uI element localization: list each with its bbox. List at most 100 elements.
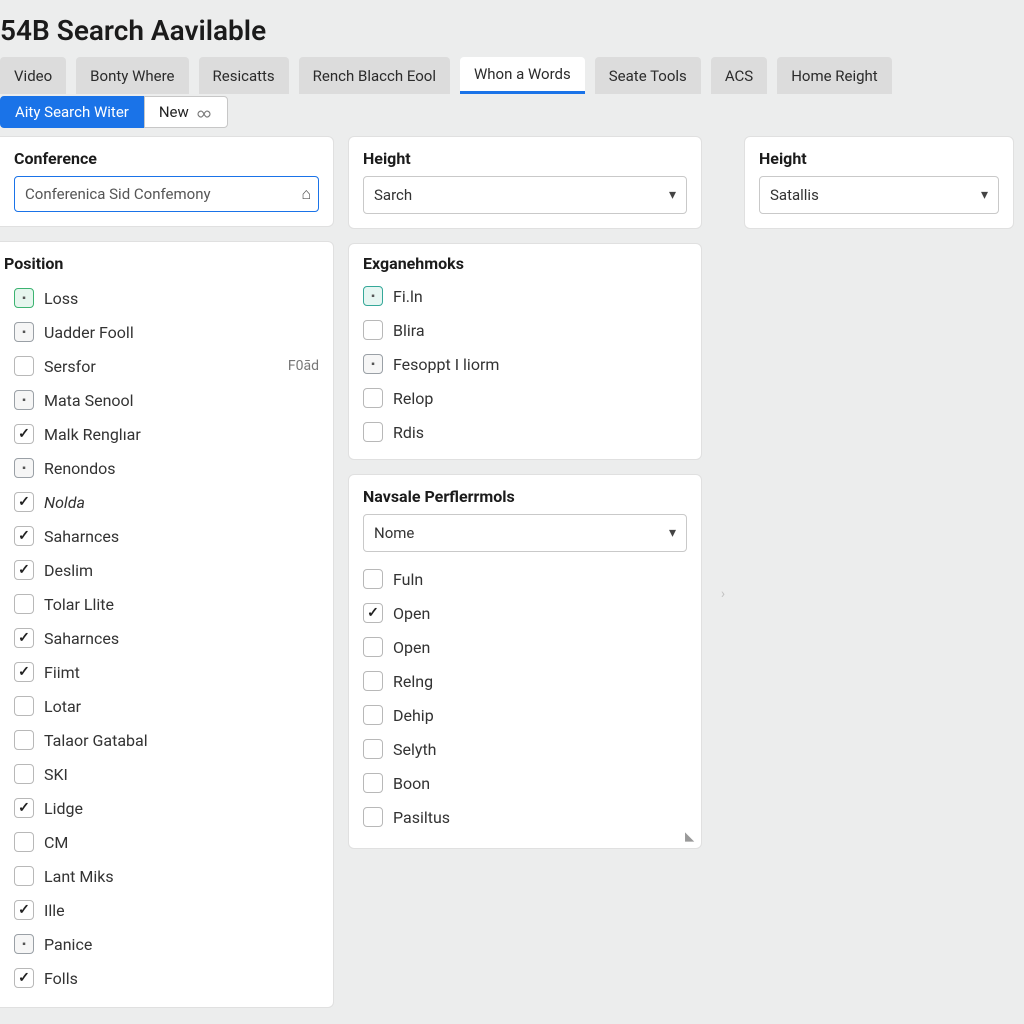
list-item[interactable]: SersforF0ād bbox=[0, 349, 333, 383]
list-item[interactable]: Fuln bbox=[349, 562, 701, 596]
nav-tab-acs[interactable]: ACS bbox=[711, 57, 767, 94]
badge-icon[interactable]: ▪ bbox=[363, 286, 383, 306]
checkbox[interactable] bbox=[14, 832, 34, 852]
list-item[interactable]: Rdis bbox=[349, 415, 701, 449]
checkbox[interactable] bbox=[363, 422, 383, 442]
exganehmoks-card: Exganehmoks ▪Fi.lnBlira▪Fesoppt I liormR… bbox=[348, 243, 702, 460]
list-item[interactable]: Relng bbox=[349, 664, 701, 698]
checkbox[interactable] bbox=[14, 730, 34, 750]
list-item[interactable]: ▪Panice bbox=[0, 927, 333, 961]
list-item[interactable]: ▪Fi.ln bbox=[349, 279, 701, 313]
list-item[interactable]: Tolar Llite bbox=[0, 587, 333, 621]
height-select-right[interactable]: Satallis ▾ bbox=[759, 176, 999, 214]
checkbox[interactable] bbox=[363, 569, 383, 589]
checkbox[interactable] bbox=[14, 696, 34, 716]
nav-tab-resicatts[interactable]: Resicatts bbox=[199, 57, 289, 94]
checkbox[interactable] bbox=[363, 637, 383, 657]
checkbox[interactable] bbox=[363, 773, 383, 793]
badge-icon[interactable]: ▪ bbox=[14, 288, 34, 308]
nav-tab-seate-tools[interactable]: Seate Tools bbox=[595, 57, 701, 94]
conference-card: Conference ⌂ bbox=[0, 136, 334, 227]
nav-tab-video[interactable]: Video bbox=[0, 57, 66, 94]
list-item[interactable]: Boon bbox=[349, 766, 701, 800]
list-item[interactable]: Blira bbox=[349, 313, 701, 347]
subtab-search-writer[interactable]: Aity Search Witer bbox=[0, 96, 144, 128]
list-item[interactable]: Saharnces bbox=[0, 621, 333, 655]
list-item-label: Deslim bbox=[44, 561, 93, 580]
checkbox[interactable] bbox=[14, 356, 34, 376]
list-item[interactable]: SKI bbox=[0, 757, 333, 791]
badge-icon[interactable]: ▪ bbox=[14, 390, 34, 410]
list-item[interactable]: ▪Fesoppt I liorm bbox=[349, 347, 701, 381]
navsale-select[interactable]: Nome ▾ bbox=[363, 514, 687, 552]
resize-handle-icon[interactable]: ◢ bbox=[683, 832, 697, 841]
list-item-label: Mata Senool bbox=[44, 391, 134, 410]
checkbox[interactable] bbox=[363, 807, 383, 827]
checkbox[interactable] bbox=[14, 628, 34, 648]
list-item[interactable]: Open bbox=[349, 630, 701, 664]
conference-input[interactable] bbox=[14, 176, 319, 212]
checkbox[interactable] bbox=[14, 900, 34, 920]
checkbox[interactable] bbox=[363, 388, 383, 408]
list-item[interactable]: Deslim bbox=[0, 553, 333, 587]
home-icon[interactable]: ⌂ bbox=[301, 184, 311, 204]
subtab-new[interactable]: New bbox=[144, 96, 228, 128]
badge-icon[interactable]: ▪ bbox=[14, 458, 34, 478]
list-item[interactable]: Fiimt bbox=[0, 655, 333, 689]
list-item[interactable]: Open bbox=[349, 596, 701, 630]
height-card-right: Height Satallis ▾ bbox=[744, 136, 1014, 229]
list-item-label: Folls bbox=[44, 969, 78, 988]
checkbox[interactable] bbox=[14, 526, 34, 546]
subtab-new-label: New bbox=[159, 103, 189, 121]
height-select-mid[interactable]: Sarch ▾ bbox=[363, 176, 687, 214]
list-item[interactable]: CM bbox=[0, 825, 333, 859]
checkbox[interactable] bbox=[363, 603, 383, 623]
list-item[interactable]: Malk Renglıar bbox=[0, 417, 333, 451]
checkbox[interactable] bbox=[14, 764, 34, 784]
list-item[interactable]: Lidge bbox=[0, 791, 333, 825]
list-item[interactable]: Folls bbox=[0, 961, 333, 995]
list-item[interactable]: Pasiltus bbox=[349, 800, 701, 834]
badge-icon[interactable]: ▪ bbox=[363, 354, 383, 374]
checkbox[interactable] bbox=[14, 798, 34, 818]
list-item[interactable]: Ille bbox=[0, 893, 333, 927]
list-item-label: Open bbox=[393, 604, 430, 623]
nav-tab-rench-blacch-eool[interactable]: Rench Blacch Eool bbox=[299, 57, 450, 94]
chevron-down-icon: ▾ bbox=[669, 187, 676, 203]
list-item[interactable]: ▪ Mata Senool bbox=[0, 383, 333, 417]
checkbox[interactable] bbox=[14, 560, 34, 580]
checkbox[interactable] bbox=[363, 705, 383, 725]
list-item[interactable]: ▪Uadder Fooll bbox=[0, 315, 333, 349]
height-select-value-mid: Sarch bbox=[374, 186, 412, 204]
checkbox[interactable] bbox=[14, 492, 34, 512]
checkbox[interactable] bbox=[363, 739, 383, 759]
checkbox[interactable] bbox=[14, 968, 34, 988]
list-item[interactable]: Selyth bbox=[349, 732, 701, 766]
checkbox[interactable] bbox=[363, 320, 383, 340]
nav-tab-bonty-where[interactable]: Bonty Where bbox=[76, 57, 188, 94]
list-item[interactable]: Dehip bbox=[349, 698, 701, 732]
badge-icon[interactable]: ▪ bbox=[14, 934, 34, 954]
checkbox[interactable] bbox=[14, 594, 34, 614]
checkbox[interactable] bbox=[14, 866, 34, 886]
list-item[interactable]: Nolda bbox=[0, 485, 333, 519]
nav-tab-whon-a-words[interactable]: Whon a Words bbox=[460, 57, 585, 94]
list-item[interactable]: Relop bbox=[349, 381, 701, 415]
list-item[interactable]: Talaor Gatabal bbox=[0, 723, 333, 757]
list-item[interactable]: Lant Miks bbox=[0, 859, 333, 893]
list-item[interactable]: Saharnces bbox=[0, 519, 333, 553]
checkbox[interactable] bbox=[363, 671, 383, 691]
exganehmoks-list: ▪Fi.lnBlira▪Fesoppt I liormRelopRdis bbox=[349, 279, 701, 449]
height-card-mid: Height Sarch ▾ bbox=[348, 136, 702, 229]
checkbox[interactable] bbox=[14, 424, 34, 444]
list-item[interactable]: Lotar bbox=[0, 689, 333, 723]
badge-icon[interactable]: ▪ bbox=[14, 322, 34, 342]
list-item[interactable]: ▪Loss bbox=[0, 281, 333, 315]
navsale-list: FulnOpenOpenRelngDehipSelythBoonPasiltus bbox=[349, 562, 701, 834]
checkbox[interactable] bbox=[14, 662, 34, 682]
list-item[interactable]: ▪Renondos bbox=[0, 451, 333, 485]
nav-tabs: Video Bonty Where Resicatts Rench Blacch Eo… bbox=[0, 57, 1024, 94]
list-item-meta: F0ād bbox=[288, 358, 319, 374]
nav-tab-home-reight[interactable]: Home Reight bbox=[777, 57, 892, 94]
page-title: 54B Search Aavilable bbox=[0, 0, 1024, 57]
